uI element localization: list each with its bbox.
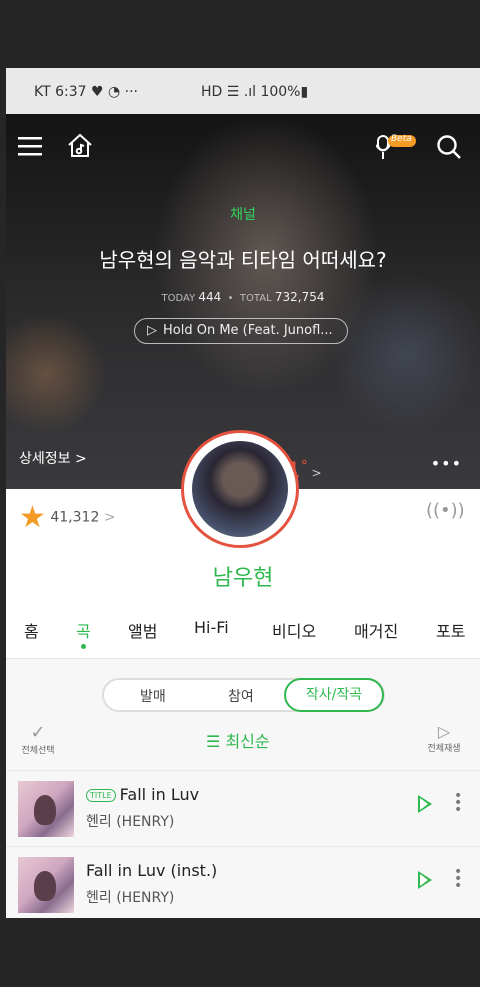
detail-info-link[interactable]: 상세정보 > xyxy=(19,448,87,468)
app-screen: KT 6:37 ♥ ◔ ··· HD ☰ .ıl 100%▮ Beta 채널 남… xyxy=(6,68,480,918)
segment-release[interactable]: 발매 xyxy=(140,686,166,706)
play-all-button[interactable]: ▷ 전체재생 xyxy=(424,722,464,754)
song-title: TITLE Fall in Luv xyxy=(86,785,199,804)
tab-hifi[interactable]: Hi-Fi xyxy=(194,618,229,637)
radio-broadcast-icon[interactable]: ((•)) xyxy=(426,500,465,521)
status-bar: KT 6:37 ♥ ◔ ··· HD ☰ .ıl 100%▮ xyxy=(6,68,480,114)
song-row[interactable]: TITLE Fall in Luv 헨리 (HENRY) • • • xyxy=(6,770,480,847)
song-title-text: Fall in Luv xyxy=(119,785,200,804)
today-label: TODAY xyxy=(161,293,196,304)
song-row[interactable]: Fall in Luv (inst.) 헨리 (HENRY) • • • xyxy=(6,846,480,918)
menu-icon[interactable] xyxy=(18,136,44,162)
tab-photo[interactable]: 포토 xyxy=(436,618,465,642)
channel-label: 채널 xyxy=(230,207,256,223)
filter-segmented-control: 발매 참여 작사/작곡 xyxy=(102,678,385,712)
more-vertical-icon[interactable]: • • • xyxy=(454,865,462,893)
tab-home[interactable]: 홈 xyxy=(24,618,39,642)
status-right: HD ☰ .ıl 100%▮ xyxy=(201,84,309,100)
artist-name: 남우현 xyxy=(212,566,274,591)
fan-count[interactable]: ★ 41,312 > xyxy=(19,500,116,535)
play-icon[interactable] xyxy=(418,871,432,889)
chevron-right-icon: > xyxy=(307,466,322,480)
star-icon: ★ xyxy=(19,500,46,535)
visit-stats: TODAY 444 • TOTAL 732,754 xyxy=(161,290,325,304)
chevron-right-icon: > xyxy=(103,509,116,526)
home-music-icon[interactable] xyxy=(66,132,94,162)
featured-song-button[interactable]: ▷ Hold On Me (Feat. Junofl... xyxy=(134,318,348,344)
tab-albums[interactable]: 앨범 xyxy=(128,618,157,642)
temperature-unit: ° xyxy=(300,458,308,474)
more-options-icon[interactable]: ••• xyxy=(431,454,462,473)
segment-participate[interactable]: 참여 xyxy=(228,686,254,706)
more-vertical-icon[interactable]: • • • xyxy=(454,789,462,817)
active-tab-dot xyxy=(81,644,87,649)
tab-songs[interactable]: 곡 xyxy=(76,618,91,649)
album-cover xyxy=(18,857,74,913)
song-artist: 헨리 (HENRY) xyxy=(86,890,175,906)
play-icon[interactable] xyxy=(418,795,432,813)
artist-tabs: 홈 곡 앨범 Hi-Fi 비디오 매거진 포토 xyxy=(6,608,480,659)
checkmark-icon: ✓ xyxy=(30,722,46,743)
title-badge: TITLE xyxy=(86,789,116,802)
channel-headline: 남우현의 음악과 티타임 어떠세요? xyxy=(99,248,387,272)
segment-compose[interactable]: 작사/작곡 xyxy=(284,678,384,712)
status-left: KT 6:37 ♥ ◔ ··· xyxy=(34,84,139,100)
tab-magazine[interactable]: 매거진 xyxy=(354,618,398,642)
fan-count-value: 41,312 xyxy=(50,509,100,526)
filter-sliders-icon: ☰ xyxy=(206,732,221,751)
total-value: 732,754 xyxy=(274,290,325,304)
tab-video[interactable]: 비디오 xyxy=(272,618,316,642)
album-cover xyxy=(18,781,74,837)
sort-button[interactable]: ☰ 최신순 xyxy=(206,728,270,752)
today-value: 444 xyxy=(198,290,222,304)
song-title: Fall in Luv (inst.) xyxy=(86,861,218,880)
mic-beta-icon[interactable]: Beta xyxy=(375,134,424,166)
song-artist: 헨리 (HENRY) xyxy=(86,814,175,830)
artist-avatar[interactable] xyxy=(181,430,299,548)
sort-label: 최신순 xyxy=(225,732,270,751)
select-all-label: 전체선택 xyxy=(21,746,55,756)
play-outline-icon: ▷ xyxy=(437,722,451,741)
play-all-label: 전체재생 xyxy=(427,744,461,754)
beta-badge: Beta xyxy=(391,134,412,144)
total-label: TOTAL xyxy=(239,293,272,304)
select-all-button[interactable]: ✓ 전체선택 xyxy=(18,722,58,756)
play-outline-icon: ▷ xyxy=(147,323,157,338)
avatar-image xyxy=(192,441,288,537)
featured-song-title: Hold On Me (Feat. Junofl... xyxy=(163,323,333,338)
search-icon[interactable] xyxy=(436,134,462,164)
